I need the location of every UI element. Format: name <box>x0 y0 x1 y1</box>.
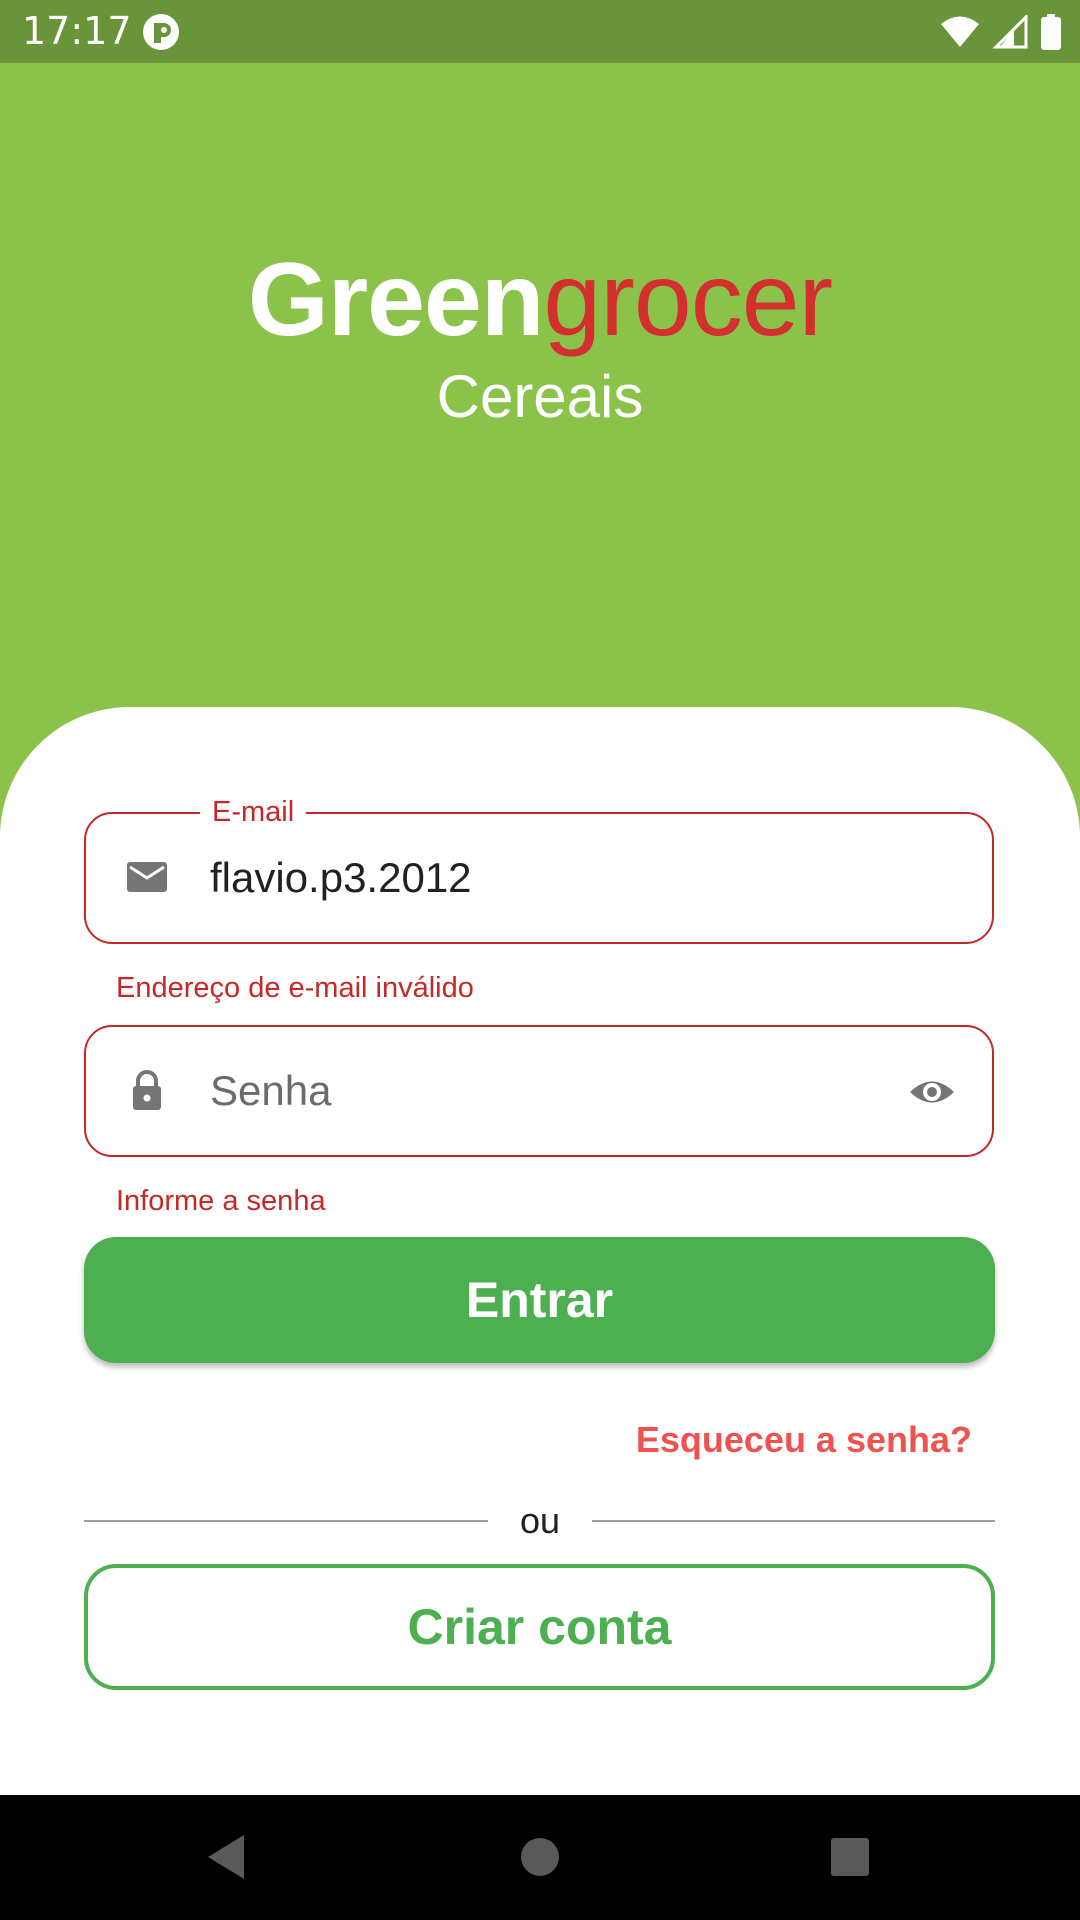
password-input-placeholder[interactable]: Senha <box>210 1061 331 1121</box>
login-card: E-mail flavio.p3.2012 Endereço de e-mail… <box>0 707 1080 1795</box>
status-time: 17:17 <box>22 9 132 53</box>
status-icons <box>940 12 1062 52</box>
status-bar: 17:17 <box>0 0 1080 63</box>
email-field-label: E-mail <box>200 792 307 832</box>
email-error-message: Endereço de e-mail inválido <box>116 972 474 1004</box>
email-field[interactable]: E-mail flavio.p3.2012 <box>84 792 994 944</box>
navigation-bar <box>0 1795 1080 1920</box>
eye-icon[interactable] <box>908 1069 956 1115</box>
login-button[interactable]: Entrar <box>84 1237 995 1363</box>
brand-title-part-green: Green <box>247 242 545 358</box>
divider-text: ou <box>519 1500 561 1541</box>
signal-icon <box>992 15 1028 49</box>
password-field[interactable]: Senha <box>84 1025 994 1157</box>
recents-icon[interactable] <box>818 1825 882 1889</box>
brand-title-part-grocer: grocer <box>543 242 833 358</box>
password-error-message: Informe a senha <box>116 1185 326 1217</box>
app-notification-icon <box>143 14 179 50</box>
login-screen: 17:17 Greengrocer Cereais E-mail flavio.… <box>0 0 1080 1920</box>
create-account-button[interactable]: Criar conta <box>84 1564 995 1690</box>
app-brand-title: Greengrocer <box>0 240 1080 360</box>
battery-icon <box>1041 14 1061 50</box>
email-icon <box>127 862 167 892</box>
wifi-icon <box>941 16 979 47</box>
lock-icon <box>133 1070 161 1110</box>
home-icon[interactable] <box>508 1825 572 1889</box>
back-icon[interactable] <box>196 1825 260 1889</box>
email-input-value[interactable]: flavio.p3.2012 <box>210 848 472 908</box>
divider-line-left <box>84 1520 488 1522</box>
category-subtitle: Cereais <box>436 363 644 430</box>
forgot-password-link[interactable]: Esqueceu a senha? <box>636 1415 972 1465</box>
divider-line-right <box>592 1520 995 1522</box>
